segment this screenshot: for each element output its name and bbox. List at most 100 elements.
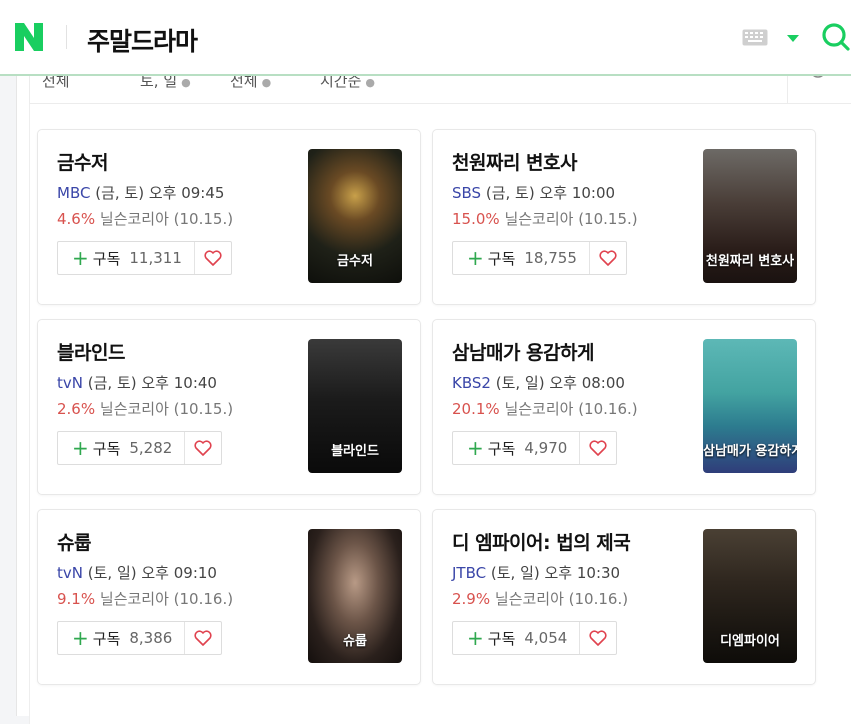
broadcast-schedule: MBC (금, 토) 오후 09:45 xyxy=(57,182,224,203)
heart-icon xyxy=(194,440,212,456)
drama-card[interactable]: 금수저 MBC (금, 토) 오후 09:45 4.6% 닐슨코리아 (10.1… xyxy=(37,129,421,305)
subscribe-button[interactable]: + 구독 4,054 xyxy=(453,622,581,654)
drama-title[interactable]: 삼남매가 용감하게 xyxy=(452,338,594,365)
schedule-text: (토, 일) 오후 10:30 xyxy=(490,564,621,582)
subscribe-widget: + 구독 4,970 xyxy=(452,431,618,465)
drama-poster[interactable]: 슈룹 xyxy=(308,529,402,663)
rating-source: 닐슨코리아 (10.15.) xyxy=(504,210,638,228)
rating-source: 닐슨코리아 (10.16.) xyxy=(99,590,234,608)
channel-link[interactable]: tvN xyxy=(57,564,83,582)
drama-poster[interactable]: 금수저 xyxy=(308,149,402,283)
like-button[interactable] xyxy=(195,242,231,274)
drama-poster[interactable]: 디엠파이어 xyxy=(703,529,797,663)
poster-title: 삼남매가 용감하게 xyxy=(703,444,797,459)
chevron-down-icon: ● xyxy=(365,76,376,89)
keyboard-icon[interactable] xyxy=(742,29,768,46)
drama-card[interactable]: 삼남매가 용감하게 KBS2 (토, 일) 오후 08:00 20.1% 닐슨코… xyxy=(432,319,816,495)
drama-card[interactable]: 블라인드 tvN (금, 토) 오후 10:40 2.6% 닐슨코리아 (10.… xyxy=(37,319,421,495)
broadcast-schedule: JTBC (토, 일) 오후 10:30 xyxy=(452,562,620,583)
schedule-text: (토, 일) 오후 09:10 xyxy=(87,564,217,582)
like-button[interactable] xyxy=(185,432,221,464)
subscribe-widget: + 구독 11,311 xyxy=(57,241,232,275)
drama-title[interactable]: 디 엠파이어: 법의 제국 xyxy=(452,528,631,555)
heart-icon xyxy=(589,440,607,456)
channel-link[interactable]: KBS2 xyxy=(452,374,491,392)
viewer-rating: 2.6% 닐슨코리아 (10.15.) xyxy=(57,398,233,419)
heart-icon xyxy=(194,630,212,646)
channel-link[interactable]: SBS xyxy=(452,184,481,202)
subscribe-widget: + 구독 4,054 xyxy=(452,621,618,655)
subscribe-label: 구독 xyxy=(92,249,121,268)
broadcast-schedule: tvN (금, 토) 오후 10:40 xyxy=(57,372,217,393)
drama-title[interactable]: 천원짜리 변호사 xyxy=(452,148,577,175)
filter-bar: 전체 토, 일 ● 전체 ● 시간순 ● xyxy=(29,70,851,104)
poster-title: 천원짜리 변호사 xyxy=(705,254,795,269)
rating-source: 닐슨코리아 (10.15.) xyxy=(99,210,234,228)
plus-icon: + xyxy=(467,246,484,270)
subscribe-button[interactable]: + 구독 5,282 xyxy=(58,432,186,464)
chevron-down-icon: ● xyxy=(261,76,272,89)
broadcast-schedule: KBS2 (토, 일) 오후 08:00 xyxy=(452,372,625,393)
rating-value: 4.6% xyxy=(57,210,96,228)
viewer-rating: 15.0% 닐슨코리아 (10.15.) xyxy=(452,208,638,229)
subscribe-button[interactable]: + 구독 4,970 xyxy=(453,432,581,464)
heart-icon xyxy=(599,250,617,266)
plus-icon: + xyxy=(467,436,484,460)
like-button[interactable] xyxy=(185,622,221,654)
heart-icon xyxy=(204,250,222,266)
header-divider xyxy=(66,25,67,49)
drama-title[interactable]: 블라인드 xyxy=(57,338,125,365)
rating-value: 2.6% xyxy=(57,400,96,418)
subscriber-count: 8,386 xyxy=(129,629,173,647)
drama-card[interactable]: 천원짜리 변호사 SBS (금, 토) 오후 10:00 15.0% 닐슨코리아… xyxy=(432,129,816,305)
viewer-rating: 20.1% 닐슨코리아 (10.16.) xyxy=(452,398,638,419)
filter-divider xyxy=(787,76,788,104)
subscriber-count: 18,755 xyxy=(524,249,577,267)
drama-grid: 금수저 MBC (금, 토) 오후 09:45 4.6% 닐슨코리아 (10.1… xyxy=(29,104,851,724)
plus-icon: + xyxy=(72,246,89,270)
viewer-rating: 9.1% 닐슨코리아 (10.16.) xyxy=(57,588,233,609)
poster-title: 디엠파이어 xyxy=(720,634,780,649)
subscribe-label: 구독 xyxy=(487,629,516,648)
viewer-rating: 4.6% 닐슨코리아 (10.15.) xyxy=(57,208,233,229)
channel-link[interactable]: MBC xyxy=(57,184,90,202)
broadcast-schedule: SBS (금, 토) 오후 10:00 xyxy=(452,182,615,203)
drama-poster[interactable]: 삼남매가 용감하게 xyxy=(703,339,797,473)
drama-title[interactable]: 슈룹 xyxy=(57,528,91,555)
subscribe-label: 구독 xyxy=(92,629,121,648)
rating-value: 2.9% xyxy=(452,590,491,608)
like-button[interactable] xyxy=(590,242,626,274)
schedule-text: (토, 일) 오후 08:00 xyxy=(495,374,625,392)
like-button[interactable] xyxy=(580,432,616,464)
page-title: 주말드라마 xyxy=(87,27,198,56)
drama-card[interactable]: 디 엠파이어: 법의 제국 JTBC (토, 일) 오후 10:30 2.9% … xyxy=(432,509,816,685)
subscribe-widget: + 구독 5,282 xyxy=(57,431,223,465)
like-button[interactable] xyxy=(580,622,616,654)
subscribe-label: 구독 xyxy=(487,249,516,268)
chevron-down-icon[interactable] xyxy=(786,34,800,43)
schedule-text: (금, 토) 오후 10:40 xyxy=(87,374,217,392)
drama-poster[interactable]: 블라인드 xyxy=(308,339,402,473)
drama-poster[interactable]: 천원짜리 변호사 xyxy=(703,149,797,283)
subscriber-count: 11,311 xyxy=(129,249,182,267)
broadcast-schedule: tvN (토, 일) 오후 09:10 xyxy=(57,562,217,583)
subscribe-button[interactable]: + 구독 8,386 xyxy=(58,622,186,654)
chevron-down-icon: ● xyxy=(181,76,191,89)
rating-value: 9.1% xyxy=(57,590,96,608)
channel-link[interactable]: tvN xyxy=(57,374,83,392)
naver-logo-icon[interactable] xyxy=(14,22,44,52)
subscribe-button[interactable]: + 구독 18,755 xyxy=(453,242,590,274)
subscribe-label: 구독 xyxy=(487,439,516,458)
drama-card[interactable]: 슈룹 tvN (토, 일) 오후 09:10 9.1% 닐슨코리아 (10.16… xyxy=(37,509,421,685)
subscribe-widget: + 구독 8,386 xyxy=(57,621,223,655)
poster-title: 슈룹 xyxy=(343,634,367,649)
drama-title[interactable]: 금수저 xyxy=(57,148,108,175)
subscribe-widget: + 구독 18,755 xyxy=(452,241,627,275)
plus-icon: + xyxy=(72,626,89,650)
rating-source: 닐슨코리아 (10.15.) xyxy=(99,400,234,418)
rating-value: 20.1% xyxy=(452,400,500,418)
subscribe-button[interactable]: + 구독 11,311 xyxy=(58,242,195,274)
search-icon[interactable] xyxy=(820,21,851,55)
channel-link[interactable]: JTBC xyxy=(452,564,486,582)
poster-title: 금수저 xyxy=(337,254,373,269)
